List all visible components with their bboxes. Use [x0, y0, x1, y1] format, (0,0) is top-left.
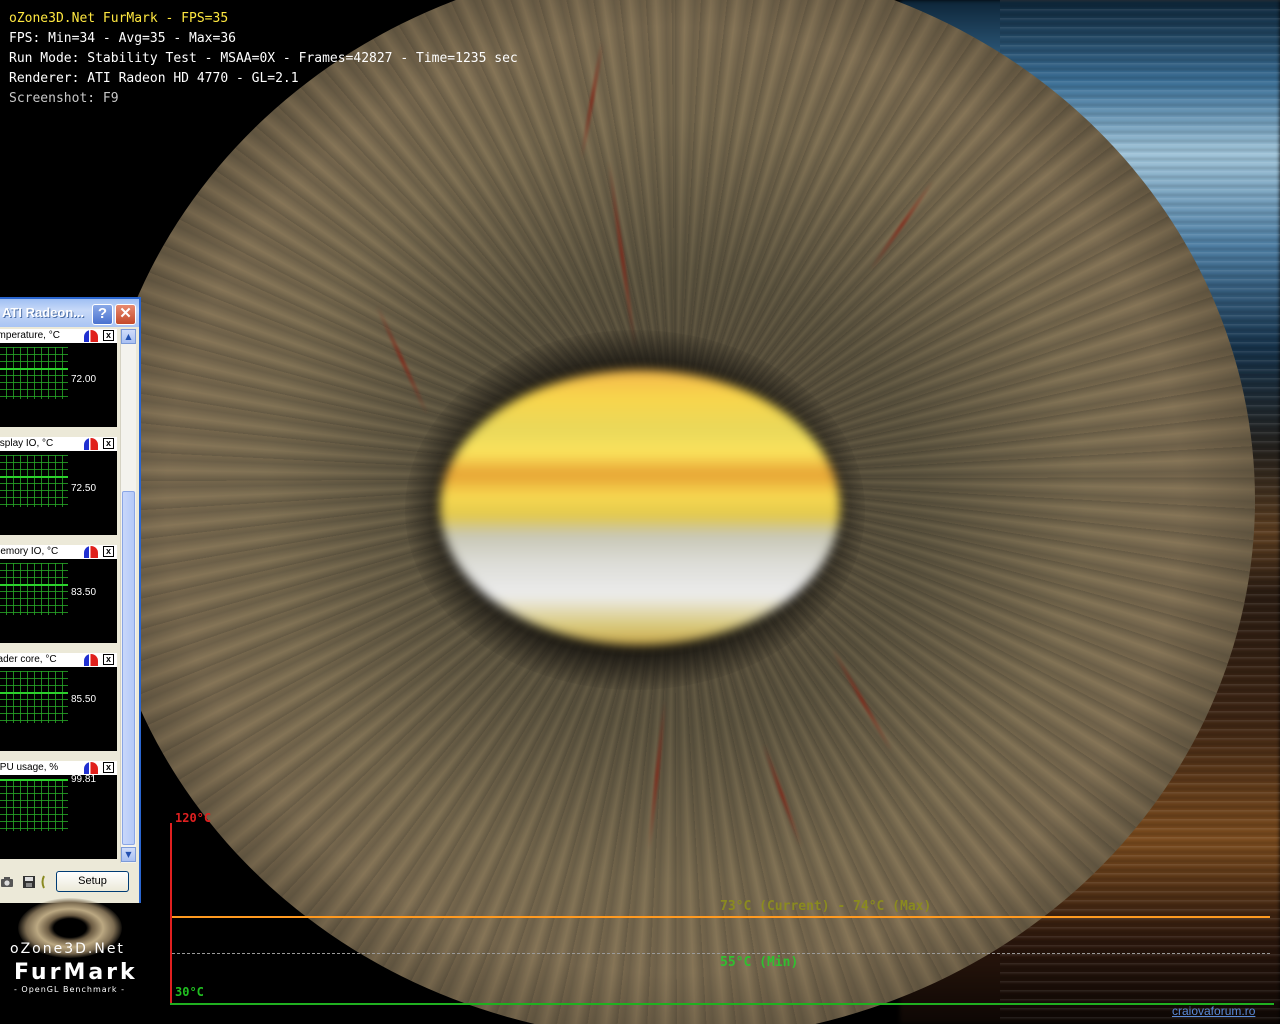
sensor-graph-grid — [0, 779, 68, 831]
panel-header: emperature, °C x — [0, 329, 117, 343]
remove-panel-icon[interactable]: x — [103, 330, 114, 341]
panel-header: nader core, °C x — [0, 653, 117, 667]
temperature-trace — [172, 916, 1270, 918]
sensor-value: 72.00 — [71, 374, 97, 385]
temperature-graph — [170, 823, 1274, 1005]
osd-overlay: oZone3D.Net FurMark - FPS=35 FPS: Min=34… — [9, 9, 518, 109]
osd-title: oZone3D.Net FurMark - FPS=35 — [9, 11, 229, 26]
scroll-down-icon[interactable]: ▼ — [121, 847, 136, 862]
sensor-value: 83.50 — [71, 587, 97, 598]
ati-logo-icon — [84, 330, 98, 342]
sensor-trace — [0, 691, 68, 694]
remove-panel-icon[interactable]: x — [103, 546, 114, 557]
logo-subtitle: - OpenGL Benchmark - — [14, 985, 125, 994]
panel-label: emperature, °C — [0, 330, 60, 341]
pupil-glow — [440, 370, 840, 645]
osd-screenshot-hint: Screenshot: F9 — [9, 91, 119, 106]
graph-x-axis — [170, 1003, 1274, 1005]
sensor-trace — [0, 583, 68, 586]
sensor-graph-grid — [0, 563, 68, 615]
osd-fps-stats: FPS: Min=34 - Avg=35 - Max=36 — [9, 31, 236, 46]
ati-logo-icon — [84, 762, 98, 774]
graph-min-line — [172, 953, 1270, 954]
logo-product-name: FurMark — [14, 960, 138, 985]
sensor-panel-memory-io: memory IO, °C x 83.50 — [0, 545, 117, 647]
panel-label: display IO, °C — [0, 438, 54, 449]
sensor-value: 99.81 — [71, 774, 97, 785]
remove-panel-icon[interactable]: x — [103, 654, 114, 665]
sensor-panel-display-io: display IO, °C x 72.50 — [0, 437, 117, 539]
ati-logo-icon — [84, 438, 98, 450]
setup-button[interactable]: Setup — [56, 871, 129, 892]
sensor-trace — [0, 475, 68, 478]
window-title: ATI Radeon... — [2, 305, 85, 320]
help-button[interactable]: ? — [92, 304, 113, 325]
scrollbar-thumb[interactable] — [122, 491, 135, 845]
sensor-trace — [0, 367, 68, 370]
remove-panel-icon[interactable]: x — [103, 762, 114, 773]
sensor-trace — [0, 779, 68, 782]
temperature-min: 55°C (Min) — [720, 955, 799, 970]
panel-header: memory IO, °C x — [0, 545, 117, 559]
vertical-scrollbar[interactable]: ▲ ▼ — [120, 329, 136, 863]
panel-label: nader core, °C — [0, 654, 57, 665]
sensor-panel-gpu-usage: GPU usage, % x 99.81 — [0, 761, 117, 861]
tool-icon[interactable] — [40, 875, 48, 889]
logo-site-name: oZone3D.Net — [10, 941, 125, 957]
ati-logo-icon — [84, 546, 98, 558]
camera-icon[interactable] — [0, 875, 14, 889]
temperature-current-max: 73°C (Current) - 74°C (Max) — [720, 899, 932, 914]
osd-renderer: Renderer: ATI Radeon HD 4770 - GL=2.1 — [9, 71, 299, 86]
sensor-panel-gpu-temperature: emperature, °C x 72.00 — [0, 329, 117, 431]
graph-min-label: 30°C — [175, 985, 204, 999]
sensor-panel-shader-core: nader core, °C x 85.50 — [0, 653, 117, 755]
window-titlebar[interactable]: ATI Radeon... ? ✕ — [0, 299, 139, 327]
sensor-value: 85.50 — [71, 694, 97, 705]
close-button[interactable]: ✕ — [115, 304, 136, 325]
graph-max-label: 120°C — [175, 811, 212, 825]
panel-label: GPU usage, % — [0, 762, 59, 773]
sensor-panel-list: emperature, °C x 72.00 display IO, °C x … — [0, 329, 119, 861]
panel-header: display IO, °C x — [0, 437, 117, 451]
scroll-up-icon[interactable]: ▲ — [121, 329, 136, 344]
osd-run-mode: Run Mode: Stability Test - MSAA=0X - Fra… — [9, 51, 518, 66]
sensor-monitor-window[interactable]: ATI Radeon... ? ✕ emperature, °C x 72.00… — [0, 297, 141, 903]
sensor-value: 72.50 — [71, 483, 97, 494]
ati-logo-icon — [84, 654, 98, 666]
save-icon[interactable] — [22, 875, 36, 889]
sensor-graph-grid — [0, 347, 68, 399]
panel-header: GPU usage, % x — [0, 761, 117, 775]
panel-label: memory IO, °C — [0, 546, 59, 557]
watermark-link[interactable]: craiovaforum.ro — [1172, 1004, 1255, 1018]
sensor-graph-grid — [0, 671, 68, 723]
sensor-graph-grid — [0, 455, 68, 507]
remove-panel-icon[interactable]: x — [103, 438, 114, 449]
graph-y-axis — [170, 823, 172, 1005]
